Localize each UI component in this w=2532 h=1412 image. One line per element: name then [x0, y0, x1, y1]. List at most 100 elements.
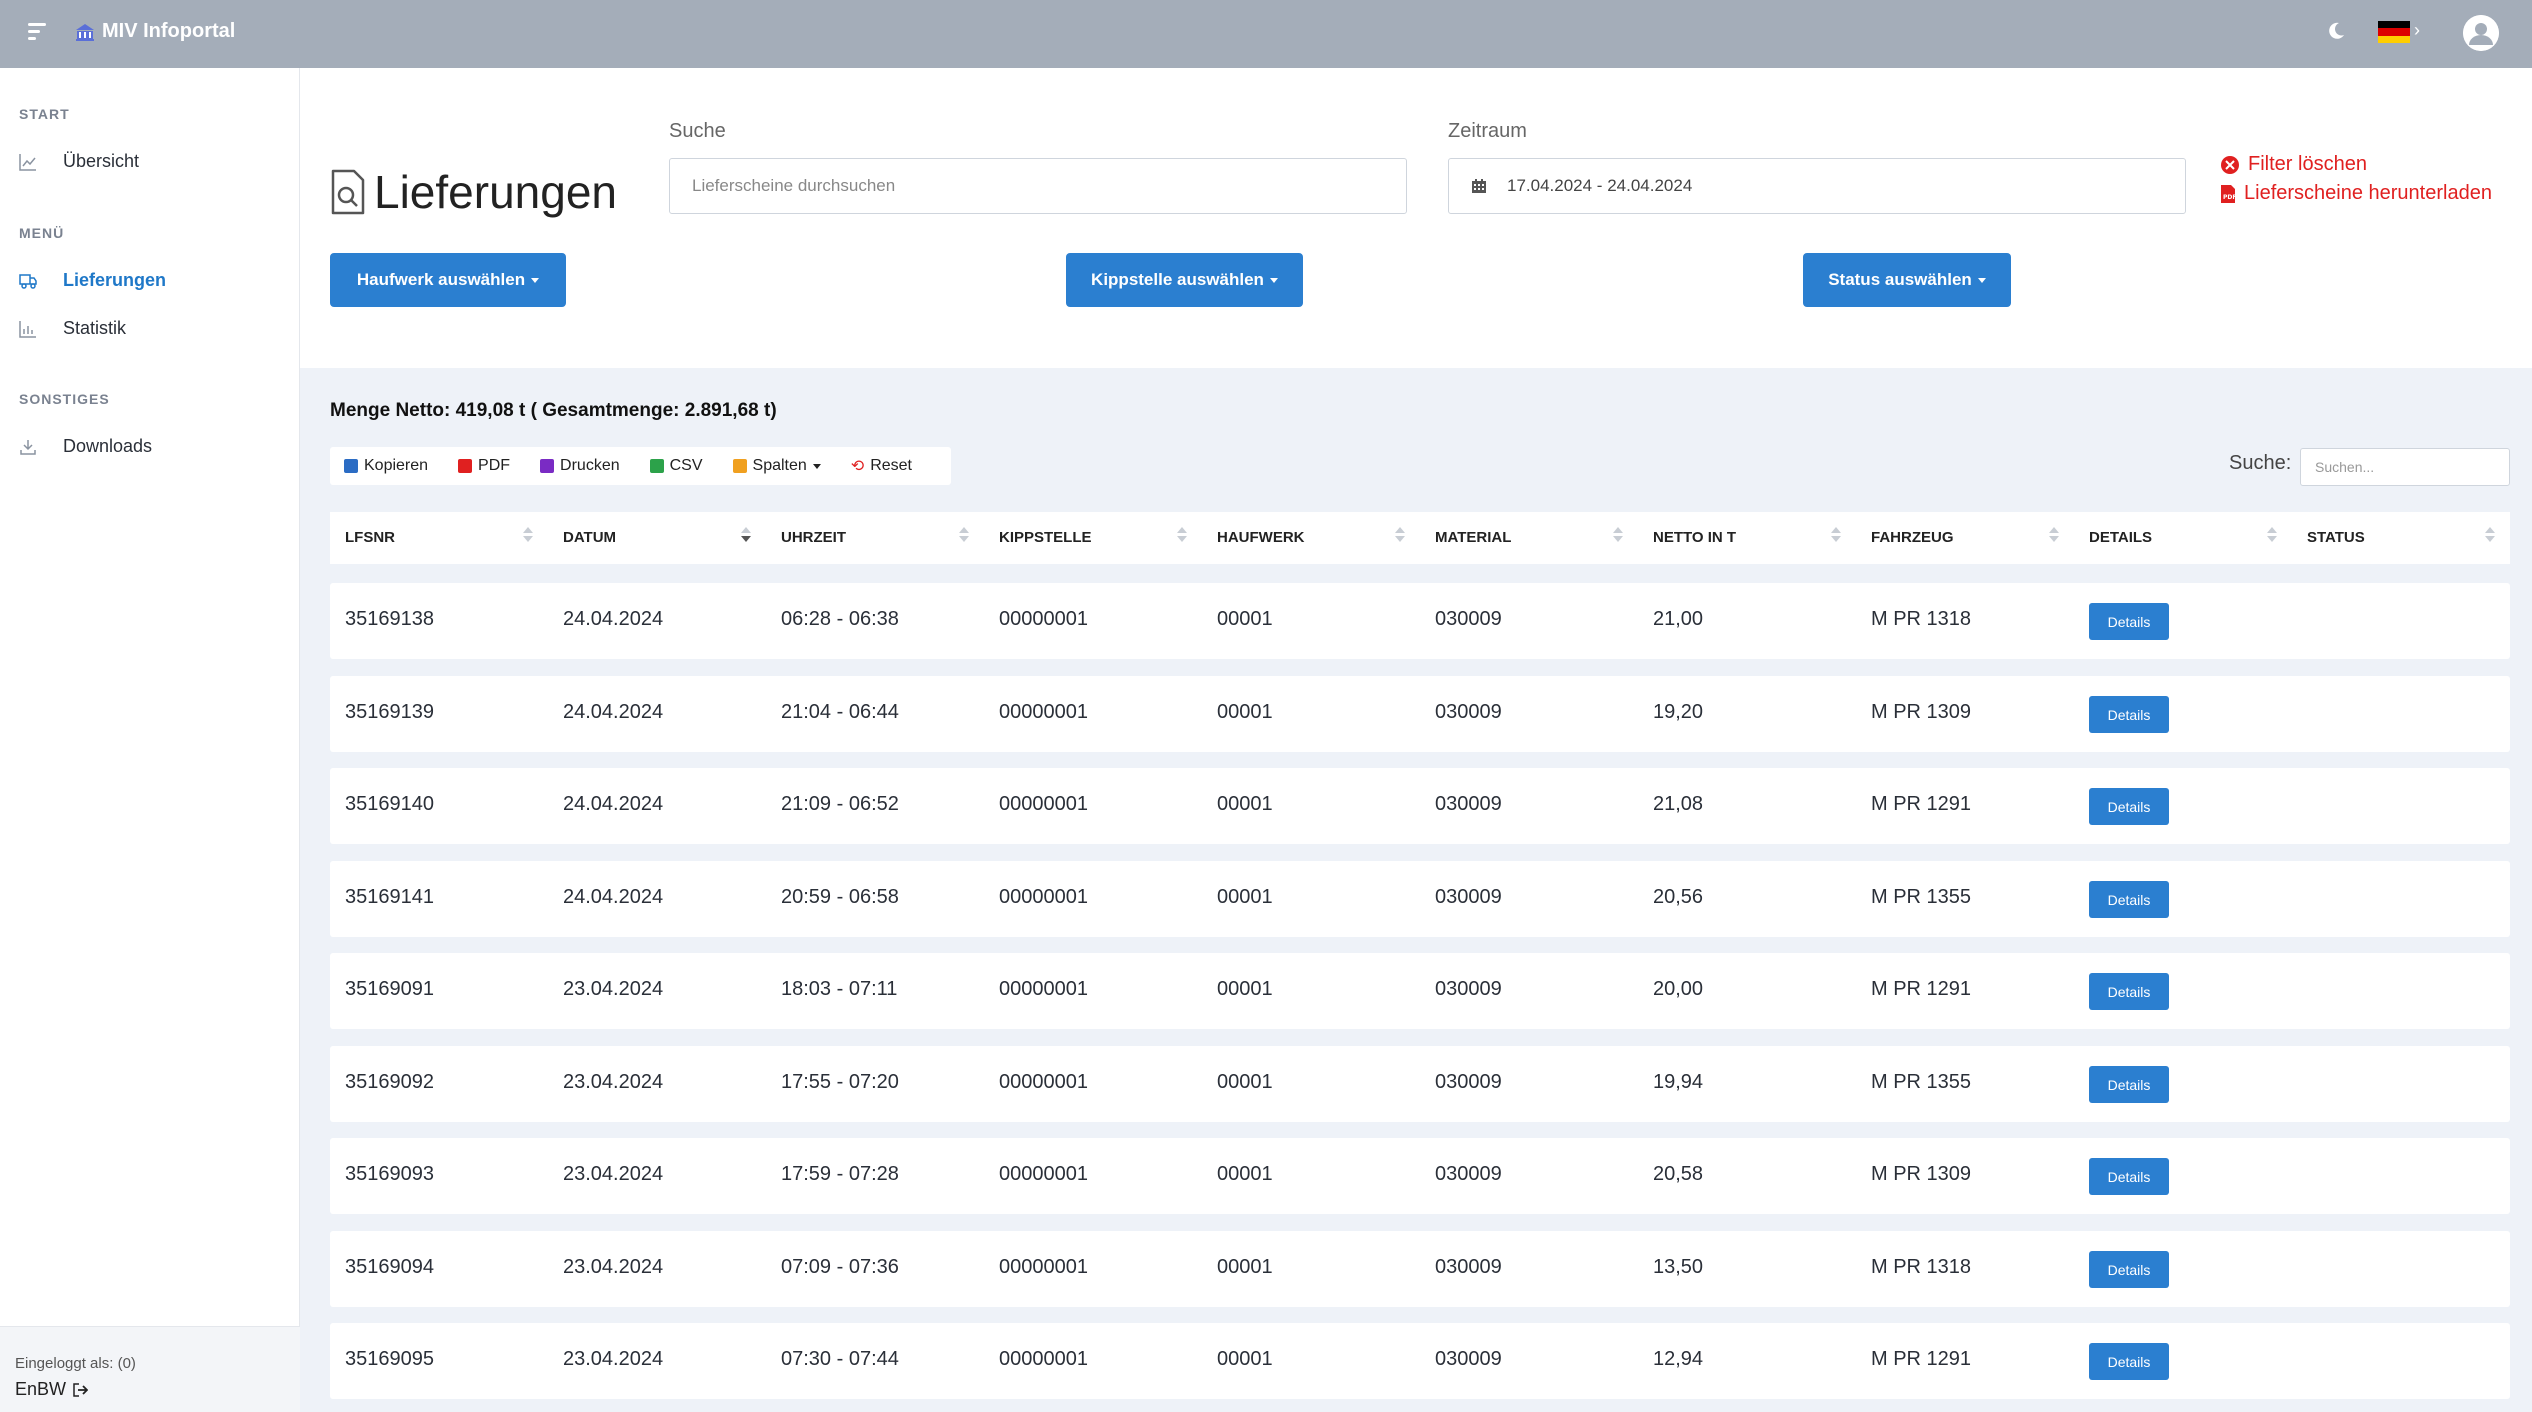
details-button[interactable]: Details — [2089, 696, 2169, 733]
language-flag-icon[interactable] — [2378, 21, 2410, 43]
sort-icon[interactable] — [1177, 527, 1187, 549]
sidebar-item-downloads[interactable]: Downloads — [19, 436, 152, 457]
details-button[interactable]: Details — [2089, 1251, 2169, 1288]
table-search-label: Suche: — [2229, 452, 2292, 474]
uhrzeit-cell: 18:03 - 07:11 — [781, 978, 898, 1000]
datum-cell: 24.04.2024 — [563, 886, 664, 908]
uhrzeit-cell: 06:28 - 06:38 — [781, 608, 899, 630]
logout-link[interactable]: EnBW — [15, 1379, 89, 1400]
uhrzeit-cell: 21:04 - 06:44 — [781, 701, 899, 723]
date-range-value: 17.04.2024 - 24.04.2024 — [1507, 176, 1693, 195]
calendar-icon — [1472, 179, 1486, 193]
sort-icon[interactable] — [1395, 527, 1405, 549]
sort-icon[interactable] — [959, 527, 969, 549]
lfsnr-cell: 35169139 — [345, 701, 434, 723]
datum-cell: 23.04.2024 — [563, 1163, 664, 1185]
sort-icon[interactable] — [1831, 527, 1841, 549]
user-avatar-icon[interactable] — [2463, 15, 2499, 51]
column-header-material[interactable]: MATERIAL — [1435, 529, 1511, 546]
details-button[interactable]: Details — [2089, 1158, 2169, 1195]
sidebar-item-statistik[interactable]: Statistik — [19, 318, 126, 339]
date-range-input[interactable]: 17.04.2024 - 24.04.2024 — [1448, 158, 2186, 214]
netto-cell: 12,94 — [1653, 1348, 1704, 1370]
uhrzeit-cell: 07:09 - 07:36 — [781, 1256, 899, 1278]
kippstelle-cell: 00000001 — [999, 1348, 1088, 1370]
sort-icon[interactable] — [2267, 527, 2277, 549]
clear-filter-link[interactable]: Filter löschen — [2220, 153, 2367, 176]
csv-button[interactable]: CSV — [649, 457, 703, 475]
column-header-kippstelle[interactable]: KIPPSTELLE — [999, 529, 1092, 546]
sort-icon[interactable] — [523, 527, 533, 549]
page-title-text: Lieferungen — [374, 166, 617, 218]
netto-cell: 20,56 — [1653, 886, 1704, 908]
lfsnr-cell: 35169093 — [345, 1163, 434, 1185]
material-cell: 030009 — [1435, 1163, 1502, 1185]
material-cell: 030009 — [1435, 1071, 1502, 1093]
haufwerk-cell: 00001 — [1217, 1256, 1273, 1278]
column-header-lfsnr[interactable]: LFSNR — [345, 529, 395, 546]
material-cell: 030009 — [1435, 701, 1502, 723]
filter-panel: Lieferungen Suche Lieferscheine durchsuc… — [300, 68, 2532, 368]
column-header-netto[interactable]: NETTO IN T — [1653, 529, 1736, 546]
app-brand[interactable]: MIV Infoportal — [74, 20, 235, 43]
datum-cell: 24.04.2024 — [563, 793, 664, 815]
lfsnr-cell: 35169094 — [345, 1256, 434, 1278]
netto-cell: 20,58 — [1653, 1163, 1704, 1185]
haufwerk-cell: 00001 — [1217, 701, 1273, 723]
sidebar-footer: Eingeloggt als: (0) EnBW — [0, 1326, 300, 1412]
column-header-haufwerk[interactable]: HAUFWERK — [1217, 529, 1305, 546]
columns-button[interactable]: Spalten — [732, 457, 821, 475]
sidebar-item-label: Übersicht — [63, 151, 140, 171]
table-row: 35169093 23.04.2024 17:59 - 07:28 00000001 0… — [330, 1138, 2510, 1214]
pdf-file-icon: PDF — [2221, 184, 2236, 203]
haufwerk-cell: 00001 — [1217, 978, 1273, 1000]
sidebar-item-lieferungen[interactable]: Lieferungen — [19, 270, 166, 291]
haufwerk-cell: 00001 — [1217, 1163, 1273, 1185]
top-bar: MIV Infoportal › — [0, 0, 2532, 68]
sidebar-item-label: Downloads — [63, 436, 153, 456]
column-header-details[interactable]: DETAILS — [2089, 529, 2152, 546]
datum-cell: 23.04.2024 — [563, 1256, 664, 1278]
period-label: Zeitraum — [1448, 120, 1527, 142]
haufwerk-button-label: Haufwerk auswählen — [356, 270, 526, 289]
table-search-input[interactable]: Suchen... — [2300, 448, 2510, 486]
copy-label: Kopieren — [364, 457, 429, 474]
details-button[interactable]: Details — [2089, 973, 2169, 1010]
column-header-fahrzeug[interactable]: FAHRZEUG — [1871, 529, 1954, 546]
menu-toggle-icon[interactable] — [28, 23, 48, 43]
reset-button[interactable]: ⟲ Reset — [851, 456, 912, 476]
sort-icon[interactable] — [2049, 527, 2059, 549]
uhrzeit-cell: 17:55 - 07:20 — [781, 1071, 899, 1093]
download-label: Lieferscheine herunterladen — [2244, 182, 2492, 204]
haufwerk-dropdown-button[interactable]: Haufwerk auswählen — [330, 253, 566, 307]
download-pdf-link[interactable]: PDF Lieferscheine herunterladen — [2220, 182, 2492, 205]
lfsnr-cell: 35169092 — [345, 1071, 434, 1093]
column-header-status[interactable]: STATUS — [2307, 529, 2365, 546]
column-header-uhrzeit[interactable]: UHRZEIT — [781, 529, 846, 546]
table-row: 35169095 23.04.2024 07:30 - 07:44 00000001 0… — [330, 1323, 2510, 1399]
sort-icon[interactable] — [1613, 527, 1623, 549]
details-button[interactable]: Details — [2089, 1343, 2169, 1380]
svg-text:PDF: PDF — [2223, 194, 2236, 201]
lfsnr-cell: 35169140 — [345, 793, 434, 815]
columns-label: Spalten — [752, 457, 807, 474]
copy-button[interactable]: Kopieren — [344, 457, 428, 475]
sort-icon[interactable] — [2485, 527, 2495, 549]
pdf-button[interactable]: PDF — [458, 457, 510, 475]
chevron-right-icon[interactable]: › — [2414, 20, 2420, 41]
sort-desc-icon[interactable] — [741, 527, 751, 549]
table-row: 35169140 24.04.2024 21:09 - 06:52 00000001 0… — [330, 768, 2510, 844]
status-dropdown-button[interactable]: Status auswählen — [1803, 253, 2011, 307]
details-button[interactable]: Details — [2089, 788, 2169, 825]
column-header-datum[interactable]: DATUM — [563, 529, 616, 546]
uhrzeit-cell: 07:30 - 07:44 — [781, 1348, 899, 1370]
uhrzeit-cell: 21:09 - 06:52 — [781, 793, 899, 815]
details-button[interactable]: Details — [2089, 1066, 2169, 1103]
details-button[interactable]: Details — [2089, 881, 2169, 918]
print-button[interactable]: Drucken — [540, 457, 620, 475]
kippstelle-dropdown-button[interactable]: Kippstelle auswählen — [1066, 253, 1303, 307]
delivery-search-input[interactable]: Lieferscheine durchsuchen — [669, 158, 1407, 214]
details-button[interactable]: Details — [2089, 603, 2169, 640]
dark-mode-icon[interactable] — [2325, 20, 2347, 42]
sidebar-item-uebersicht[interactable]: Übersicht — [19, 151, 139, 172]
